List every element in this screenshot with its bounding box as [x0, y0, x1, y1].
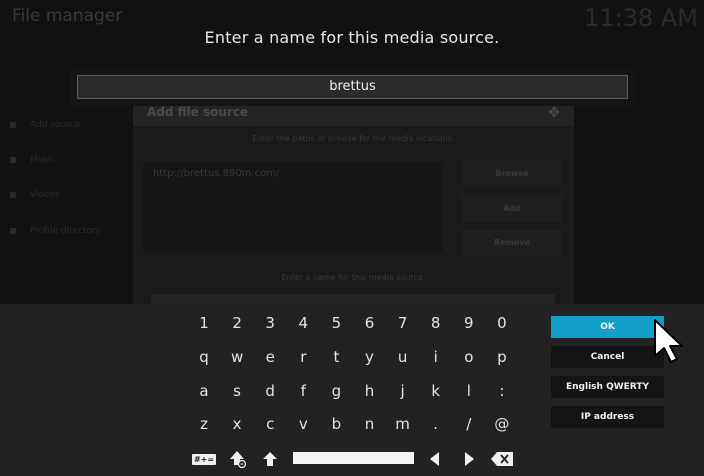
key[interactable]: 8	[421, 310, 451, 336]
key[interactable]: 5	[321, 310, 351, 336]
folder-icon	[10, 156, 16, 163]
key[interactable]: z	[189, 411, 219, 437]
key[interactable]: t	[321, 344, 351, 370]
source-path: http://brettus.890m.com/	[153, 168, 280, 179]
add-button: Add	[462, 196, 562, 222]
sidebar-item-add-source: Add source	[10, 120, 80, 130]
key[interactable]: u	[388, 344, 418, 370]
remove-button: Remove	[462, 230, 562, 256]
ip-address-button[interactable]: IP address	[551, 406, 664, 428]
source-name-field	[151, 294, 555, 304]
key[interactable]: d	[255, 378, 285, 404]
key[interactable]: l	[454, 378, 484, 404]
key[interactable]: w	[222, 344, 252, 370]
key[interactable]: 0	[487, 310, 517, 336]
sidebar-item-music: Music	[10, 155, 56, 165]
key[interactable]: x	[222, 411, 252, 437]
shift-key[interactable]	[257, 446, 283, 472]
arrow-right-icon	[465, 452, 474, 466]
sidebar-item-profile: Profile directory	[10, 226, 101, 236]
cursor-right-key[interactable]	[456, 446, 482, 472]
backspace-key[interactable]	[488, 446, 516, 472]
sidebar-item-videos: Videos	[10, 190, 60, 200]
key[interactable]: i	[421, 344, 451, 370]
key[interactable]: f	[288, 378, 318, 404]
space-key[interactable]	[293, 452, 414, 464]
key[interactable]: k	[421, 378, 451, 404]
mouse-pointer-icon	[654, 319, 683, 363]
key[interactable]: j	[388, 378, 418, 404]
key[interactable]: 6	[355, 310, 385, 336]
key[interactable]: q	[189, 344, 219, 370]
key[interactable]: e	[255, 344, 285, 370]
key[interactable]: c	[255, 411, 285, 437]
backspace-icon	[491, 452, 513, 466]
key[interactable]: o	[454, 344, 484, 370]
app-title: File manager	[12, 6, 123, 26]
key[interactable]: g	[321, 378, 351, 404]
dialog-prompt: Enter a name for this media source.	[204, 28, 500, 47]
key[interactable]: 3	[255, 310, 285, 336]
key[interactable]: h	[355, 378, 385, 404]
dialog-title: Add file source	[147, 105, 249, 119]
key[interactable]: a	[189, 378, 219, 404]
key[interactable]: p	[487, 344, 517, 370]
keyboard-layout-button[interactable]: English QWERTY	[551, 376, 664, 398]
shift-icon	[263, 452, 277, 466]
key[interactable]: r	[288, 344, 318, 370]
key[interactable]: y	[355, 344, 385, 370]
cursor-left-key[interactable]	[422, 446, 448, 472]
key[interactable]: /	[454, 411, 484, 437]
key[interactable]: @	[487, 411, 517, 437]
virtual-keyboard: 1 2 3 4 5 6 7 8 9 0 q w e r t y u i o p a s d f g h j k l: z x c v b n m. / @…	[0, 304, 704, 476]
key[interactable]: v	[288, 411, 318, 437]
key[interactable]: 7	[388, 310, 418, 336]
symbols-key[interactable]: #+=	[190, 446, 218, 472]
key[interactable]: b	[321, 411, 351, 437]
key[interactable]: m	[388, 411, 418, 437]
folder-icon	[10, 227, 16, 234]
browse-button: Browse	[462, 161, 562, 187]
source-name-input[interactable]: brettus	[77, 75, 628, 99]
add-source-dialog: Add file source ✥ Enter the paths or bro…	[133, 100, 574, 304]
symbols-label: #+=	[191, 453, 217, 465]
key[interactable]: :	[487, 378, 517, 404]
key[interactable]: 2	[222, 310, 252, 336]
ok-button[interactable]: OK	[551, 316, 664, 338]
caps-lock-key[interactable]	[224, 446, 250, 472]
key[interactable]: s	[222, 378, 252, 404]
key[interactable]: 4	[288, 310, 318, 336]
folder-icon	[10, 191, 16, 198]
key[interactable]: 1	[189, 310, 219, 336]
kodi-logo-icon: ✥	[548, 105, 560, 121]
paths-hint: Enter the paths or browse for the media …	[252, 134, 455, 143]
caps-lock-icon	[230, 451, 246, 468]
key[interactable]: n	[355, 411, 385, 437]
key[interactable]: .	[421, 411, 451, 437]
arrow-left-icon	[430, 452, 439, 466]
key[interactable]: 9	[454, 310, 484, 336]
cancel-button[interactable]: Cancel	[551, 346, 664, 368]
folder-icon	[10, 121, 16, 128]
name-hint: Enter a name for this media source.	[281, 273, 426, 282]
